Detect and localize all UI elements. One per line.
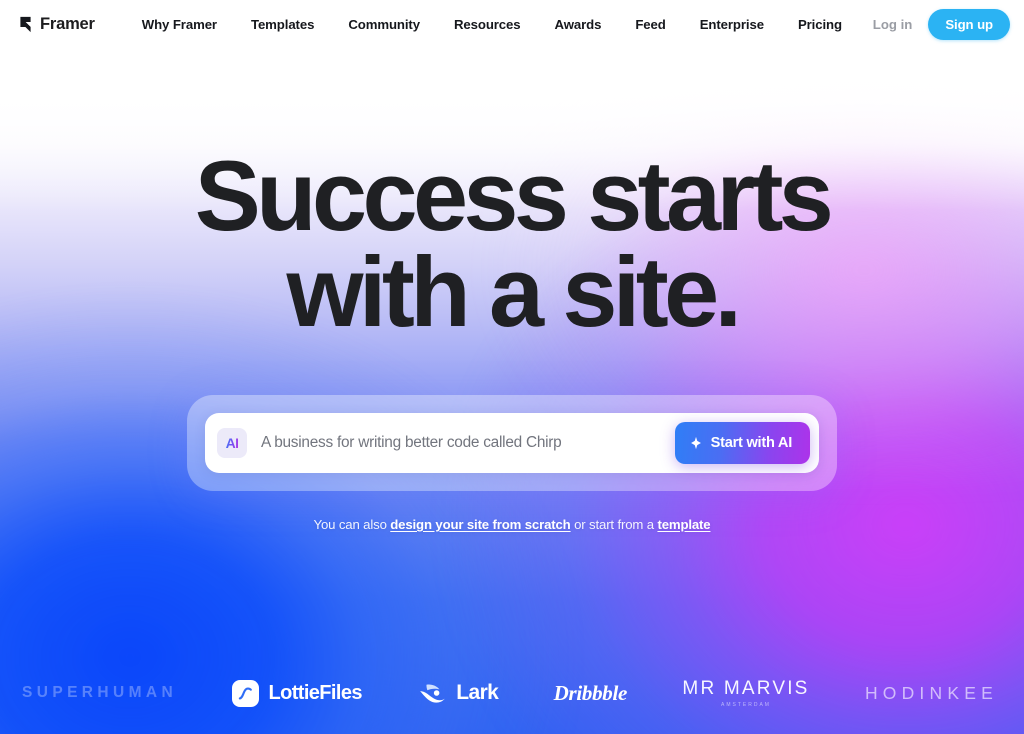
headline-line-2: with a site. xyxy=(286,235,743,347)
start-with-ai-label: Start with AI xyxy=(710,435,793,452)
nav-item-resources[interactable]: Resources xyxy=(437,11,538,38)
logo-dribbble[interactable]: Dribbble xyxy=(553,680,628,706)
ai-prompt-card: AI Start with AI xyxy=(187,395,837,492)
nav-item-awards[interactable]: Awards xyxy=(538,11,619,38)
headline-line-1: Success starts xyxy=(194,140,834,251)
logo-mr-marvis-subtext: AMSTERDAM xyxy=(721,702,771,708)
ai-prompt-bar: AI Start with AI xyxy=(205,413,819,474)
logo-hodinkee-text: HODINKEE xyxy=(864,682,998,703)
design-from-scratch-link[interactable]: design your site from scratch xyxy=(390,517,570,532)
customer-logo-strip: SUPERHUMAN LottieFiles Lark Dribbble MR … xyxy=(0,660,1024,734)
start-with-ai-button[interactable]: Start with AI xyxy=(674,422,810,465)
logo-dribbble-text: Dribbble xyxy=(553,680,628,705)
page-title: Success starts with a site. xyxy=(195,146,834,347)
logo-lark-text: Lark xyxy=(456,681,499,704)
logo-lark[interactable]: Lark xyxy=(417,681,499,705)
lark-mark-icon xyxy=(420,684,446,703)
framer-logo-icon xyxy=(20,16,31,32)
ai-sparkle-icon: AI xyxy=(217,428,247,459)
logo-superhuman[interactable]: SUPERHUMAN xyxy=(6,684,177,702)
logo-superhuman-text: SUPERHUMAN xyxy=(22,684,178,701)
framer-logo-text: Framer xyxy=(40,14,95,33)
nav-item-enterprise[interactable]: Enterprise xyxy=(683,11,781,38)
main-navigation: Framer Why Framer Templates Community Re… xyxy=(0,0,1024,48)
logo-mr-marvis[interactable]: MR MARVIS AMSTERDAM xyxy=(682,678,809,708)
logo-lottiefiles-text: LottieFiles xyxy=(268,681,362,704)
nav-item-pricing[interactable]: Pricing xyxy=(781,11,859,38)
nav-item-templates[interactable]: Templates xyxy=(234,11,331,38)
nav-item-community[interactable]: Community xyxy=(331,11,437,38)
login-link[interactable]: Log in xyxy=(865,11,921,38)
logo-mr-marvis-text: MR MARVIS xyxy=(682,678,810,699)
ai-chip-label: AI xyxy=(225,435,239,452)
nav-links: Why Framer Templates Community Resources… xyxy=(125,11,859,38)
sub-line-middle: or start from a xyxy=(570,517,658,533)
nav-item-why-framer[interactable]: Why Framer xyxy=(125,11,234,38)
template-link[interactable]: template xyxy=(657,517,710,532)
nav-item-feed[interactable]: Feed xyxy=(618,11,682,38)
sparkle-icon xyxy=(690,436,701,450)
ai-prompt-input[interactable] xyxy=(247,434,675,453)
sub-line-prefix: You can also xyxy=(313,517,391,533)
signup-button[interactable]: Sign up xyxy=(928,8,1010,40)
lottiefiles-mark-icon xyxy=(232,679,260,707)
hero-section: Success starts with a site. AI Start wit… xyxy=(0,0,1024,734)
logo-lottiefiles[interactable]: LottieFiles xyxy=(232,679,362,707)
logo-hodinkee[interactable]: HODINKEE xyxy=(865,683,998,704)
nav-actions: Log in Sign up xyxy=(865,8,1010,40)
framer-logo[interactable]: Framer xyxy=(18,15,95,34)
secondary-actions-line: You can also design your site from scrat… xyxy=(314,517,711,532)
